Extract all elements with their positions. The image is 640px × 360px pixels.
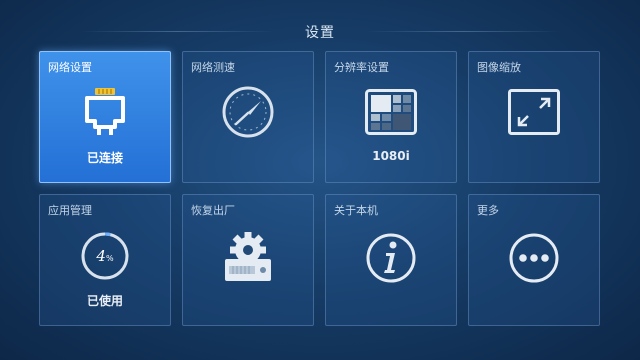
ethernet-icon [40, 87, 170, 137]
usage-status: 已使用 [86, 294, 123, 308]
more-icon [469, 232, 599, 284]
header-divider-right [365, 31, 560, 32]
current-resolution: 1080i [372, 149, 410, 163]
tile-app-management[interactable]: 应用管理 4% 已使用 [39, 194, 171, 326]
header: 设置 [0, 0, 640, 46]
tile-label: 网络测速 [191, 61, 235, 74]
tile-image-scaling[interactable]: 图像缩放 [468, 51, 600, 183]
info-icon [326, 232, 456, 284]
tile-network-settings[interactable]: 网络设置 已连接 [39, 51, 171, 183]
scale-expand-icon [469, 89, 599, 135]
usage-number: 4 [96, 247, 106, 265]
tile-about-device[interactable]: 关于本机 [325, 194, 457, 326]
tile-network-speed-test[interactable]: 网络测速 [182, 51, 314, 183]
tile-label: 更多 [477, 204, 499, 217]
usage-percent-text: 4% [80, 231, 130, 281]
tile-label: 恢复出厂 [191, 204, 235, 217]
page-title: 设置 [305, 25, 335, 41]
tile-label: 关于本机 [334, 204, 378, 217]
resolution-grid-icon [326, 89, 456, 135]
tile-label: 图像缩放 [477, 61, 521, 74]
tile-label: 应用管理 [48, 204, 92, 217]
tile-factory-reset[interactable]: 恢复出厂 [182, 194, 314, 326]
usage-unit: % [105, 253, 114, 263]
tile-label: 分辨率设置 [334, 61, 389, 74]
speedometer-icon [183, 85, 313, 139]
storage-gauge-icon: 4% [40, 231, 170, 281]
network-status: 已连接 [86, 151, 123, 165]
tile-more[interactable]: 更多 [468, 194, 600, 326]
tile-label: 网络设置 [48, 61, 92, 74]
factory-reset-gear-icon [183, 230, 313, 284]
tile-resolution-settings[interactable]: 分辨率设置 1080i [325, 51, 457, 183]
